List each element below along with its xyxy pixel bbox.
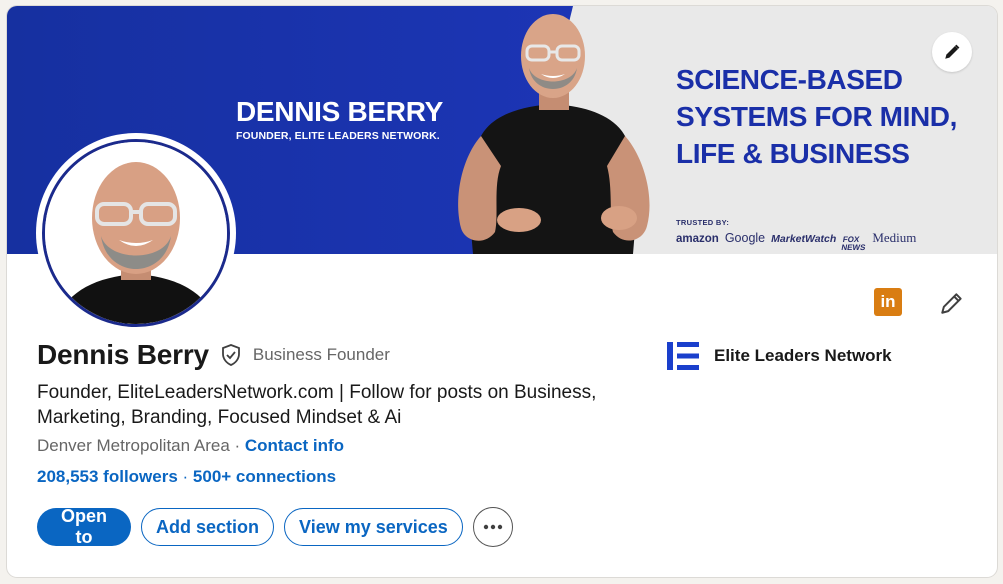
avatar-portrait xyxy=(45,142,227,324)
more-dots-icon xyxy=(483,524,502,530)
profile-actions: Open to Add section View my services xyxy=(37,506,513,547)
pencil-icon xyxy=(945,44,960,59)
location-separator: · xyxy=(229,436,245,455)
current-company[interactable]: Elite Leaders Network xyxy=(667,342,892,370)
more-actions-button[interactable] xyxy=(472,507,513,547)
avatar xyxy=(42,139,230,327)
profile-card: DENNIS BERRY FOUNDER, ELITE LEADERS NETW… xyxy=(7,6,997,577)
fox-news-logo: FOX NEWS xyxy=(840,235,868,252)
trusted-logos: amazon Google MarketWatch FOX NEWS Mediu… xyxy=(676,230,916,252)
company-name: Elite Leaders Network xyxy=(714,346,892,365)
pencil-icon xyxy=(941,293,962,314)
marketwatch-logo: MarketWatch xyxy=(771,233,837,245)
elite-leaders-logo-icon xyxy=(667,342,699,370)
name-row: Dennis Berry Business Founder xyxy=(37,339,390,371)
linkedin-icon[interactable]: in xyxy=(874,288,902,316)
profile-name: Dennis Berry xyxy=(37,339,209,370)
add-section-button[interactable]: Add section xyxy=(141,508,275,546)
stats-row: 208,553 followers · 500+ connections xyxy=(37,467,336,487)
followers-link[interactable]: 208,553 followers xyxy=(37,467,178,486)
profile-headline: Founder, EliteLeadersNetwork.com | Follo… xyxy=(37,382,597,428)
location: Denver Metropolitan Area xyxy=(37,436,230,455)
medium-logo: Medium xyxy=(872,230,917,245)
banner-person-photo xyxy=(458,14,650,254)
tagline-line-3: LIFE & BUSINESS xyxy=(676,138,910,169)
location-row: Denver Metropolitan Area · Contact info xyxy=(37,436,344,456)
edit-banner-button[interactable] xyxy=(932,32,972,72)
banner-tagline: SCIENCE-BASED SYSTEMS FOR MIND, LIFE & B… xyxy=(676,61,976,172)
tagline-line-1: SCIENCE-BASED xyxy=(676,64,903,95)
trusted-by-label: TRUSTED BY: xyxy=(676,218,730,227)
fox-news-logo-bottom: NEWS xyxy=(840,243,867,252)
edit-intro-button[interactable] xyxy=(937,288,967,318)
google-logo: Google xyxy=(724,231,766,245)
contact-info-link[interactable]: Contact info xyxy=(245,436,344,455)
amazon-logo: amazon xyxy=(676,233,719,245)
banner-subtitle: FOUNDER, ELITE LEADERS NETWORK. xyxy=(236,130,440,142)
view-services-button[interactable]: View my services xyxy=(284,508,463,546)
connections-link[interactable]: 500+ connections xyxy=(193,467,336,486)
verified-shield-icon[interactable] xyxy=(219,343,243,367)
profile-subtitle: Business Founder xyxy=(252,345,390,364)
stats-separator: · xyxy=(177,467,193,486)
tagline-line-2: SYSTEMS FOR MIND, xyxy=(676,101,957,132)
profile-photo[interactable] xyxy=(36,133,236,333)
banner-name: DENNIS BERRY xyxy=(236,96,443,127)
open-to-button[interactable]: Open to xyxy=(37,506,131,547)
